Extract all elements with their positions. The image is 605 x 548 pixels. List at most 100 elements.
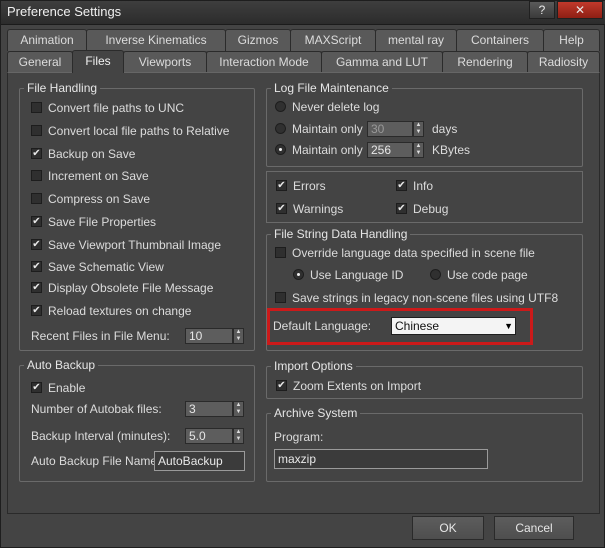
checkmark-icon[interactable]: ✔: [396, 203, 407, 215]
save-thumbnail-checkbox[interactable]: ✔ Save Viewport Thumbnail Image: [31, 236, 221, 254]
radio-button[interactable]: [275, 123, 286, 135]
tab-rendering[interactable]: Rendering: [442, 51, 528, 73]
checkbox-label: Convert local file paths to Relative: [48, 124, 230, 138]
checkmark-icon[interactable]: ✔: [31, 239, 42, 251]
log-file-title: Log File Maintenance: [274, 81, 389, 95]
save-file-properties-checkbox[interactable]: ✔ Save File Properties: [31, 213, 156, 231]
autobak-count-label: Number of Autobak files:: [31, 402, 162, 416]
checkmark-icon[interactable]: ✔: [31, 261, 42, 273]
checkbox-label: Errors: [293, 179, 326, 193]
spinner-arrows-icon[interactable]: ▲ ▼: [233, 428, 244, 444]
title-bar[interactable]: Preference Settings ? ✕: [1, 1, 605, 25]
debug-checkbox[interactable]: ✔ Debug: [396, 200, 448, 218]
tab-inverse-kinematics[interactable]: Inverse Kinematics: [86, 29, 226, 51]
auto-backup-enable-checkbox[interactable]: ✔ Enable: [31, 379, 85, 397]
spinner-arrows-icon[interactable]: ▲ ▼: [233, 328, 244, 344]
close-button[interactable]: ✕: [557, 1, 603, 19]
archive-program-input[interactable]: maxzip: [274, 449, 488, 469]
reload-textures-checkbox[interactable]: ✔ Reload textures on change: [31, 302, 191, 320]
dropdown-value: Chinese: [395, 319, 440, 333]
radio-button[interactable]: [275, 101, 286, 113]
errors-checkbox[interactable]: ✔ Errors: [276, 177, 326, 195]
warnings-checkbox[interactable]: ✔ Warnings: [276, 200, 343, 218]
radio-label: Never delete log: [292, 100, 380, 114]
kbytes-unit-label: KBytes: [432, 143, 471, 157]
checkbox-box[interactable]: [275, 292, 286, 304]
radio-label: Use code page: [447, 268, 528, 282]
checkmark-icon[interactable]: ✔: [276, 380, 287, 392]
spinner-arrows-icon[interactable]: ▲ ▼: [413, 142, 424, 158]
checkbox-box[interactable]: [275, 247, 286, 259]
autobak-count-spinner[interactable]: 3: [185, 401, 233, 417]
program-label: Program:: [274, 430, 324, 444]
convert-unc-checkbox[interactable]: Convert file paths to UNC: [31, 99, 184, 117]
maintain-kbytes-radio[interactable]: Maintain only: [275, 141, 363, 159]
maintain-days-spinner[interactable]: 30: [367, 121, 413, 137]
backup-file-name-input[interactable]: AutoBackup: [154, 451, 245, 471]
convert-relative-checkbox[interactable]: Convert local file paths to Relative: [31, 122, 229, 140]
checkbox-label: Display Obsolete File Message: [48, 281, 214, 295]
checkbox-label: Reload textures on change: [48, 304, 192, 318]
checkmark-icon[interactable]: ✔: [276, 203, 287, 215]
backup-interval-spinner[interactable]: 5.0: [185, 428, 233, 444]
radio-button[interactable]: [430, 269, 441, 281]
checkbox-box[interactable]: [31, 170, 42, 182]
tab-files[interactable]: Files: [72, 50, 124, 73]
tab-gamma-and-lut[interactable]: Gamma and LUT: [321, 51, 443, 73]
ok-button[interactable]: OK: [412, 516, 484, 540]
spinner-arrows-icon[interactable]: ▲ ▼: [413, 121, 424, 137]
tab-interaction-mode[interactable]: Interaction Mode: [206, 51, 322, 73]
cancel-button[interactable]: Cancel: [494, 516, 574, 540]
checkmark-icon[interactable]: ✔: [276, 180, 287, 192]
chevron-down-icon[interactable]: ▼: [504, 318, 513, 334]
recent-files-spinner[interactable]: 10: [185, 328, 233, 344]
checkbox-label: Save Viewport Thumbnail Image: [48, 238, 221, 252]
tab-containers[interactable]: Containers: [456, 29, 544, 51]
radio-label: Maintain only: [292, 122, 363, 136]
checkbox-box[interactable]: [31, 193, 42, 205]
use-language-id-radio[interactable]: Use Language ID: [293, 266, 403, 284]
checkbox-label: Backup on Save: [48, 147, 136, 161]
info-checkbox[interactable]: ✔ Info: [396, 177, 433, 195]
radio-label: Use Language ID: [310, 268, 404, 282]
save-schematic-view-checkbox[interactable]: ✔ Save Schematic View: [31, 258, 164, 276]
checkmark-icon[interactable]: ✔: [396, 180, 407, 192]
radio-label: Maintain only: [292, 143, 363, 157]
checkbox-box[interactable]: [31, 125, 42, 137]
tab-general[interactable]: General: [7, 51, 73, 73]
spinner-arrows-icon[interactable]: ▲ ▼: [233, 401, 244, 417]
use-code-page-radio[interactable]: Use code page: [430, 266, 528, 284]
default-language-dropdown[interactable]: Chinese ▼: [391, 317, 516, 335]
checkbox-label: Convert file paths to UNC: [48, 101, 185, 115]
radio-button-selected[interactable]: [275, 144, 286, 156]
never-delete-radio[interactable]: Never delete log: [275, 98, 379, 116]
tab-help[interactable]: Help: [543, 29, 600, 51]
tab-mental-ray[interactable]: mental ray: [375, 29, 457, 51]
display-obsolete-message-checkbox[interactable]: ✔ Display Obsolete File Message: [31, 279, 213, 297]
checkbox-box[interactable]: [31, 102, 42, 114]
checkmark-icon[interactable]: ✔: [31, 382, 42, 394]
tab-animation[interactable]: Animation: [7, 29, 87, 51]
legacy-utf8-checkbox[interactable]: Save strings in legacy non-scene files u…: [275, 289, 558, 307]
override-language-checkbox[interactable]: Override language data specified in scen…: [275, 244, 535, 262]
checkmark-icon[interactable]: ✔: [31, 282, 42, 294]
backup-on-save-checkbox[interactable]: ✔ Backup on Save: [31, 145, 135, 163]
compress-on-save-checkbox[interactable]: Compress on Save: [31, 190, 150, 208]
checkbox-label: Save strings in legacy non-scene files u…: [292, 291, 559, 305]
checkmark-icon[interactable]: ✔: [31, 216, 42, 228]
tab-gizmos[interactable]: Gizmos: [225, 29, 291, 51]
increment-on-save-checkbox[interactable]: Increment on Save: [31, 167, 149, 185]
maintain-kbytes-spinner[interactable]: 256: [367, 142, 413, 158]
checkmark-icon[interactable]: ✔: [31, 305, 42, 317]
maintain-days-radio[interactable]: Maintain only: [275, 120, 363, 138]
help-button[interactable]: ?: [529, 1, 555, 19]
default-language-label: Default Language:: [273, 319, 372, 333]
recent-files-label: Recent Files in File Menu:: [31, 329, 170, 343]
zoom-extents-checkbox[interactable]: ✔ Zoom Extents on Import: [276, 377, 421, 395]
radio-button-selected[interactable]: [293, 269, 304, 281]
auto-backup-title: Auto Backup: [27, 358, 96, 372]
tab-viewports[interactable]: Viewports: [123, 51, 207, 73]
tab-maxscript[interactable]: MAXScript: [290, 29, 376, 51]
tab-radiosity[interactable]: Radiosity: [527, 51, 600, 73]
checkmark-icon[interactable]: ✔: [31, 148, 42, 160]
